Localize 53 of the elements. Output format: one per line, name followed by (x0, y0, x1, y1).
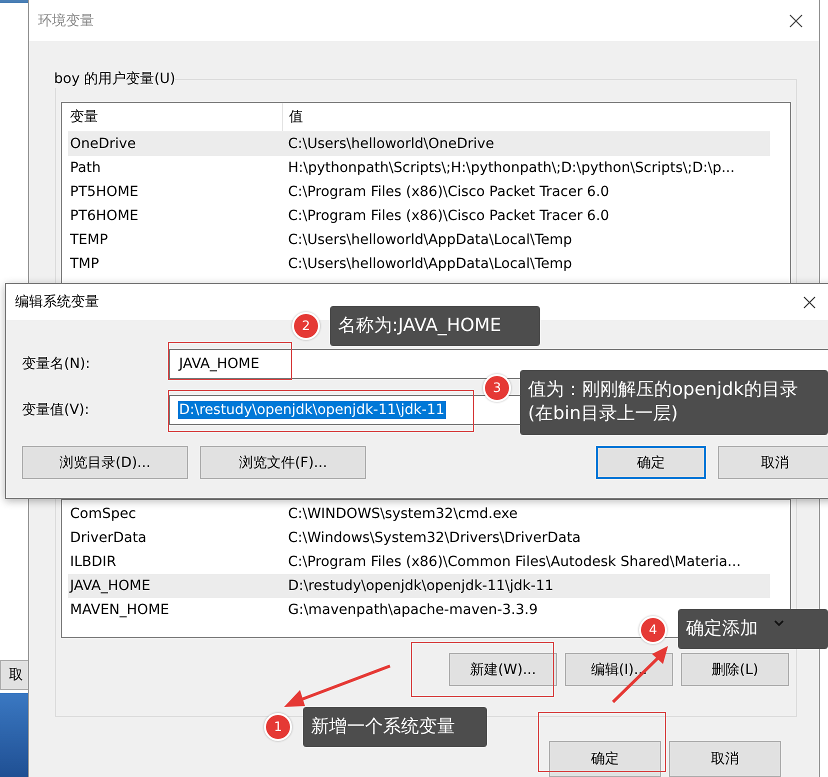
variable-name: JAVA_HOME (68, 578, 152, 594)
variable-value: C:\Windows\System32\Drivers\DriverData (287, 530, 581, 546)
variable-name: MAVEN_HOME (69, 602, 170, 618)
variable-value: D:\restudy\openjdk\openjdk-11\jdk-11 (287, 578, 554, 594)
list-row[interactable]: ILBDIR C:\Program Files (x86)\Common Files\Autodesk Shared\Materia... (68, 550, 770, 574)
list-row[interactable]: TEMP C:\Users\helloworld\AppData\Local\Temp (68, 228, 770, 252)
variable-value: C:\Program Files (x86)\Cisco Packet Tracer 6.0 (287, 184, 610, 200)
cancel-button[interactable]: 取 (0, 660, 30, 690)
list-action-button[interactable]: 编辑(I)... (565, 653, 673, 686)
dialog-button[interactable]: 浏览文件(F)... (200, 446, 366, 479)
variable-value: H:\pythonpath\Scripts\;H:\pythonpath\;D:\python\Scripts\;D:\p... (287, 160, 735, 176)
variable-name: PT5HOME (69, 184, 140, 200)
variable-value: G:\mavenpath\apache-maven-3.3.9 (287, 602, 538, 618)
variable-name: Path (69, 160, 102, 176)
variable-value: C:\Program Files (x86)\Common Files\Autodesk Shared\Materia... (287, 554, 741, 570)
list-row[interactable]: Path H:\pythonpath\Scripts\;H:\pythonpath\;D:\python\Scripts\;D:\p... (68, 156, 770, 180)
callout-tooltip: 名称为:JAVA_HOME (330, 306, 540, 346)
column-header[interactable]: 变量 (68, 103, 283, 131)
list-row[interactable]: TMP C:\Users\helloworld\AppData\Local\Temp (68, 252, 770, 276)
window-title: 环境变量 (38, 12, 94, 30)
variable-name: TMP (69, 256, 100, 272)
field-label: 变量名(N): (22, 355, 92, 373)
variable-name: TEMP (69, 232, 109, 248)
callout-tooltip: 新增一个系统变量 (303, 707, 487, 748)
field-label: 变量值(V): (22, 401, 90, 419)
dialog-button[interactable]: 确定 (596, 446, 706, 479)
callout-tooltip: 确定添加 (678, 609, 828, 650)
dialog-button[interactable]: 取消 (669, 741, 781, 777)
group-label: boy 的用户变量(U) (54, 70, 176, 88)
column-header[interactable]: 值 (283, 103, 303, 131)
list-row[interactable]: DriverData C:\Windows\System32\Drivers\DriverData (68, 526, 770, 550)
dialog-button[interactable]: 确定 (549, 741, 661, 777)
variable-name: DriverData (69, 530, 148, 546)
variable-name: ILBDIR (69, 554, 118, 570)
callout-tooltip: 值为：刚刚解压的openjdk的目录(在bin目录上一层) (520, 370, 828, 435)
variable-name: OneDrive (69, 136, 137, 152)
variable-value: C:\Users\helloworld\OneDrive (287, 136, 494, 152)
variable-value: C:\Users\helloworld\AppData\Local\Temp (287, 232, 572, 248)
list-row[interactable]: OneDrive C:\Users\helloworld\OneDrive (68, 132, 770, 156)
variable-value: C:\Program Files (x86)\Cisco Packet Tracer 6.0 (287, 208, 610, 224)
list-row[interactable]: JAVA_HOME D:\restudy\openjdk\openjdk-11\jdk-11 (68, 574, 770, 598)
list-row[interactable]: PT6HOME C:\Program Files (x86)\Cisco Packet Tracer 6.0 (68, 204, 770, 228)
list-action-button[interactable]: 删除(L) (681, 653, 789, 686)
dialog-button[interactable]: 浏览目录(D)... (22, 446, 188, 479)
dialog-button[interactable]: 取消 (718, 446, 828, 479)
list-action-button[interactable]: 新建(W)... (449, 653, 557, 686)
variable-name: ComSpec (69, 506, 138, 522)
variable-name: PT6HOME (69, 208, 140, 224)
variable-value: C:\Users\helloworld\AppData\Local\Temp (287, 256, 572, 272)
list-row[interactable]: ComSpec C:\WINDOWS\system32\cmd.exe (68, 502, 770, 526)
list-row[interactable]: PT5HOME C:\Program Files (x86)\Cisco Packet Tracer 6.0 (68, 180, 770, 204)
variable-value: C:\WINDOWS\system32\cmd.exe (287, 506, 518, 522)
window-title: 编辑系统变量 (15, 293, 99, 311)
